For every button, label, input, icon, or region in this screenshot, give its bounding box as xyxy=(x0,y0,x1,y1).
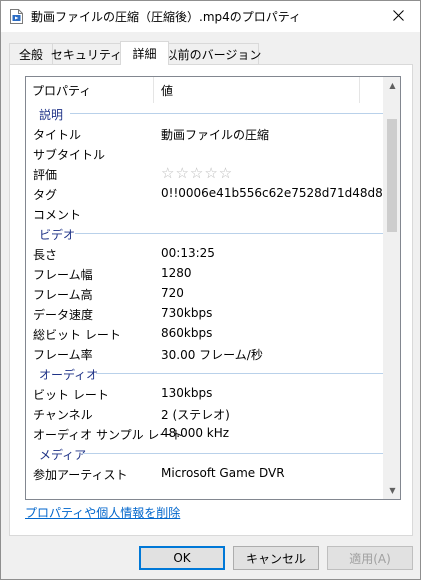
property-name: フレーム率 xyxy=(33,348,93,362)
property-name: チャンネル xyxy=(33,408,93,422)
property-value: 48.000 kHz xyxy=(161,426,230,440)
ok-button-label: OK xyxy=(173,551,191,565)
column-header: プロパティ 値 xyxy=(26,77,384,103)
property-name: フレーム幅 xyxy=(33,268,93,282)
group-divider xyxy=(70,113,384,114)
property-value: 2 (ステレオ) xyxy=(161,408,230,422)
property-value: 0!!0006e41b556c62e7528d71d48d8... xyxy=(161,186,395,200)
property-value: 00:13:25 xyxy=(161,246,215,260)
ok-button[interactable]: OK xyxy=(139,546,225,570)
group-divider xyxy=(82,453,384,454)
table-row[interactable]: 評価 ☆☆☆☆☆ xyxy=(26,163,384,183)
tab-security[interactable]: セキュリティ xyxy=(50,43,123,64)
tab-details[interactable]: 詳細 xyxy=(120,41,169,65)
property-value: 30.00 フレーム/秒 xyxy=(161,348,263,362)
property-value: 860kbps xyxy=(161,326,213,340)
property-name: データ速度 xyxy=(33,308,94,322)
table-row[interactable]: タグ 0!!0006e41b556c62e7528d71d48d8... xyxy=(26,183,394,203)
property-name: タイトル xyxy=(33,128,82,142)
table-row[interactable]: 総ビット レート 860kbps xyxy=(26,323,384,343)
group-label: メディア xyxy=(39,448,87,462)
tab-previous-versions[interactable]: 以前のバージョン xyxy=(165,43,262,64)
group-header-media[interactable]: メディア xyxy=(26,443,384,463)
table-row[interactable]: データ速度 730kbps xyxy=(26,303,384,323)
property-value: 動画ファイルの圧縮 xyxy=(161,128,270,142)
property-value: Microsoft Game DVR xyxy=(161,466,285,480)
close-icon xyxy=(392,9,404,24)
table-row[interactable]: オーディオ サンプル レート 48.000 kHz xyxy=(26,423,384,443)
property-value: 130kbps xyxy=(161,386,213,400)
title-bar: 動画ファイルの圧縮（圧縮後）.mp4のプロパティ xyxy=(1,1,420,32)
scroll-down-arrow-icon[interactable]: ▼ xyxy=(384,482,400,499)
table-row[interactable]: コメント xyxy=(26,203,384,223)
column-value-label: 値 xyxy=(161,83,174,98)
properties-window: 動画ファイルの圧縮（圧縮後）.mp4のプロパティ 全般 セキュリティ 詳細 以前… xyxy=(0,0,421,580)
tab-general[interactable]: 全般 xyxy=(9,43,53,64)
window-title: 動画ファイルの圧縮（圧縮後）.mp4のプロパティ xyxy=(31,10,302,24)
property-name: タグ xyxy=(33,188,58,202)
table-row[interactable]: フレーム率 30.00 フレーム/秒 xyxy=(26,343,384,363)
remove-properties-link[interactable]: プロパティや個人情報を削除 xyxy=(25,504,180,521)
tab-label: 詳細 xyxy=(132,47,157,61)
rating-stars[interactable]: ☆☆☆☆☆ xyxy=(161,164,233,182)
table-row[interactable]: 参加アーティスト Microsoft Game DVR xyxy=(26,463,384,483)
cancel-button[interactable]: キャンセル xyxy=(233,546,319,570)
group-header-description[interactable]: 説明 xyxy=(26,103,384,123)
property-value: 730kbps xyxy=(161,306,213,320)
property-rows: 説明 タイトル 動画ファイルの圧縮 サブタイトル 評価 ☆☆☆☆☆ タグ 0!!… xyxy=(26,103,394,483)
table-row[interactable]: フレーム高 720 xyxy=(26,283,384,303)
property-name: コメント xyxy=(33,208,82,222)
table-row[interactable]: チャンネル 2 (ステレオ) xyxy=(26,403,384,423)
table-row[interactable]: 長さ 00:13:25 xyxy=(26,243,384,263)
table-row[interactable]: サブタイトル xyxy=(26,143,384,163)
property-name: 総ビット レート xyxy=(33,328,121,342)
group-label: ビデオ xyxy=(39,228,76,242)
video-file-icon xyxy=(10,9,23,24)
property-name: 参加アーティスト xyxy=(33,468,128,482)
details-panel: プロパティ 値 説明 タイトル 動画ファイルの圧縮 サブタイトル 評価 ☆☆☆☆… xyxy=(9,64,413,536)
property-name: ビット レート xyxy=(33,388,109,402)
table-row[interactable]: タイトル 動画ファイルの圧縮 xyxy=(26,123,384,143)
close-button[interactable] xyxy=(376,1,420,32)
tab-strip: 全般 セキュリティ 詳細 以前のバージョン xyxy=(9,41,413,65)
group-label: オーディオ xyxy=(39,368,99,382)
group-divider xyxy=(96,373,384,374)
group-header-audio[interactable]: オーディオ xyxy=(26,363,384,383)
property-name: 長さ xyxy=(33,248,58,262)
tab-label: セキュリティ xyxy=(50,47,123,62)
column-value[interactable]: 値 xyxy=(154,77,360,103)
column-property[interactable]: プロパティ xyxy=(26,77,154,103)
scrollbar-thumb[interactable] xyxy=(387,119,397,232)
cancel-button-label: キャンセル xyxy=(245,551,306,566)
property-value: 1280 xyxy=(161,266,192,280)
property-name: サブタイトル xyxy=(33,148,106,162)
vertical-scrollbar[interactable]: ▲ ▼ xyxy=(383,77,400,499)
column-property-label: プロパティ xyxy=(32,83,92,98)
group-divider xyxy=(75,233,384,234)
apply-button[interactable]: 適用(A) xyxy=(327,546,413,570)
property-name: フレーム高 xyxy=(33,288,93,302)
property-list[interactable]: プロパティ 値 説明 タイトル 動画ファイルの圧縮 サブタイトル 評価 ☆☆☆☆… xyxy=(25,76,401,500)
tab-label: 以前のバージョン xyxy=(165,47,262,62)
property-value: 720 xyxy=(161,286,184,300)
group-header-video[interactable]: ビデオ xyxy=(26,223,384,243)
group-label: 説明 xyxy=(39,108,64,122)
property-name: 評価 xyxy=(33,168,58,182)
table-row[interactable]: ビット レート 130kbps xyxy=(26,383,384,403)
tab-label: 全般 xyxy=(18,47,43,62)
scroll-up-arrow-icon[interactable]: ▲ xyxy=(384,77,400,94)
table-row[interactable]: フレーム幅 1280 xyxy=(26,263,384,283)
apply-button-label: 適用(A) xyxy=(349,551,391,566)
